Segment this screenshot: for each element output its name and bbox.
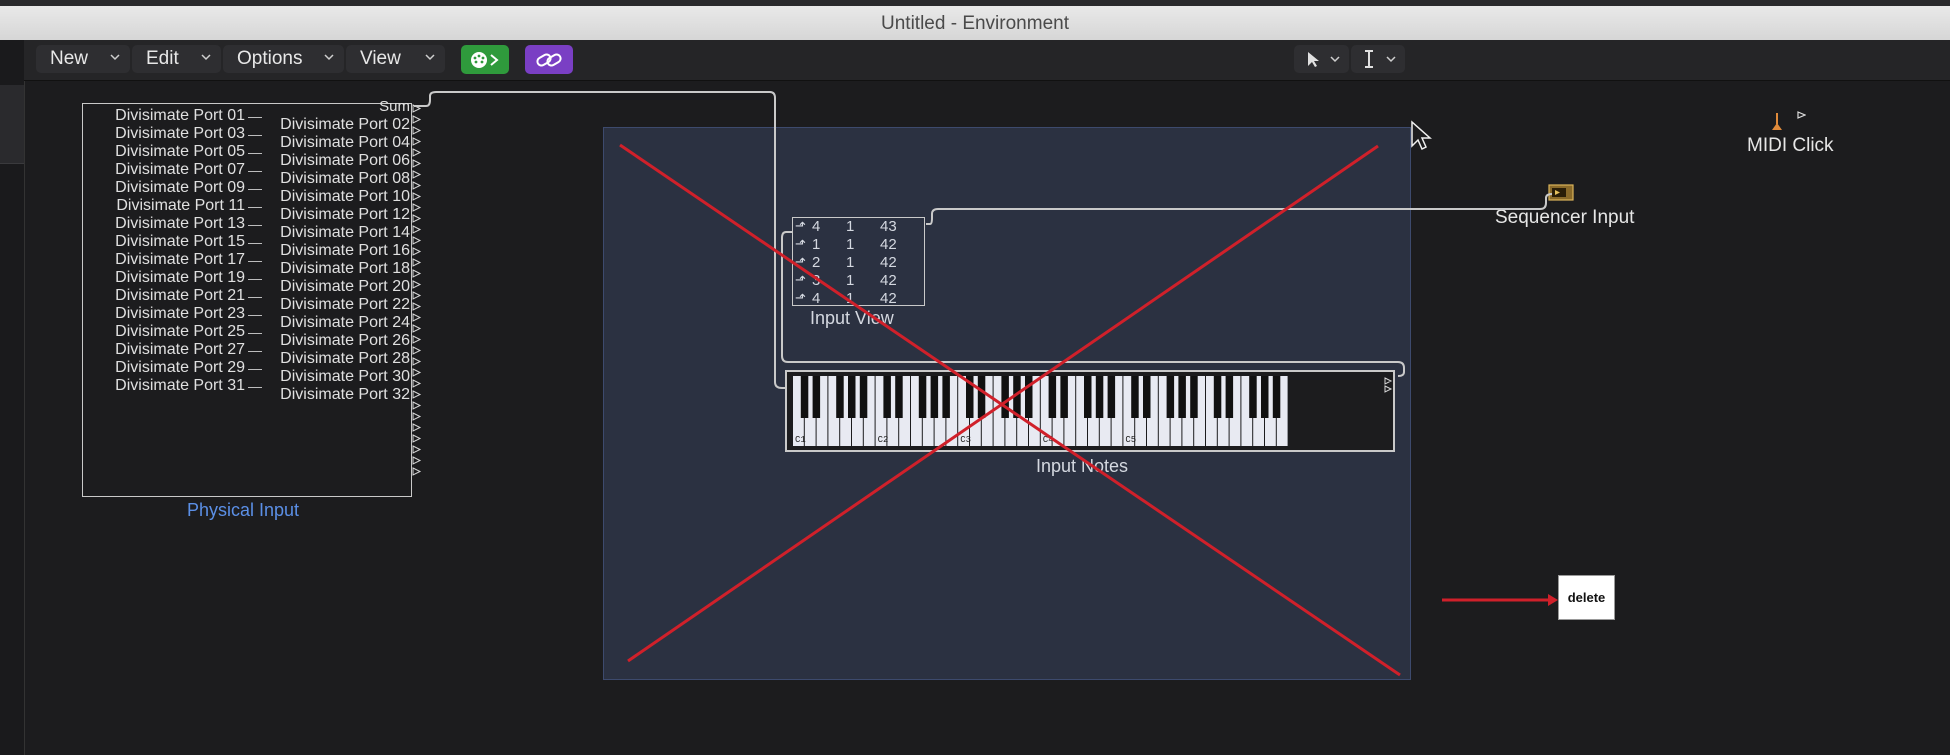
red-arrow-head xyxy=(1548,594,1558,606)
cable-sequencer-to-iv xyxy=(926,193,1553,225)
red-cross-line-1 xyxy=(619,143,1401,677)
cable-iv-to-notes xyxy=(781,231,1405,377)
mouse-cursor-icon xyxy=(1411,120,1432,151)
cable-overlay xyxy=(414,91,1558,677)
cable-sum-to-notes xyxy=(414,91,786,389)
delete-annotation-label: delete xyxy=(1558,575,1615,620)
